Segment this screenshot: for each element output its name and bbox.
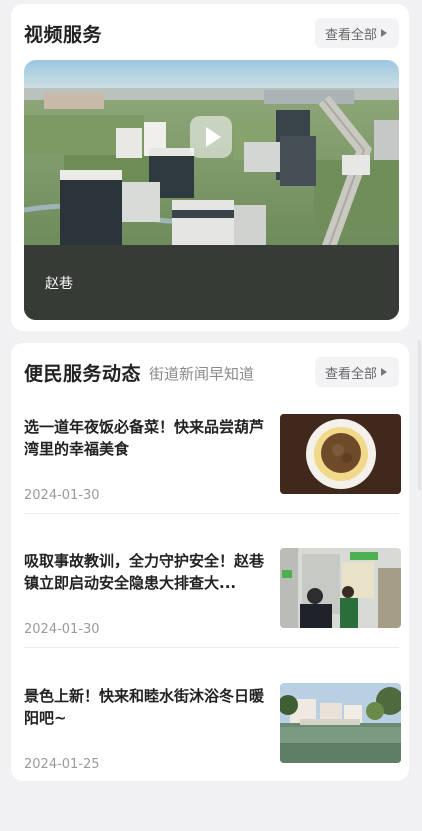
news-item-thumbnail <box>280 548 401 628</box>
news-item-date: 2024-01-25 <box>24 757 100 772</box>
news-service-card: 便民服务动态 街道新闻早知道 查看全部 选一道年夜饭必备菜！快来品尝葫芦湾里的幸… <box>11 343 409 781</box>
divider <box>24 647 399 648</box>
arrow-right-icon <box>381 368 387 376</box>
video-section-title: 视频服务 <box>24 23 103 46</box>
news-item[interactable]: 景色上新！快来和睦水街沐浴冬日暖阳吧~ 2024-01-25 <box>24 683 401 801</box>
arrow-right-icon <box>381 29 387 37</box>
news-section-subtitle: 街道新闻早知道 <box>149 364 255 383</box>
video-caption-text: 赵巷 <box>45 275 73 292</box>
news-item-title: 吸取事故教训，全力守护安全！赵巷镇立即启动安全隐患大排查大... <box>24 552 264 592</box>
news-item[interactable]: 吸取事故教训，全力守护安全！赵巷镇立即启动安全隐患大排查大... 2024-01… <box>24 548 401 666</box>
scrollbar[interactable] <box>418 340 421 490</box>
news-item-title: 选一道年夜饭必备菜！快来品尝葫芦湾里的幸福美食 <box>24 418 264 458</box>
news-item-thumbnail <box>280 414 401 494</box>
video-view-all-button[interactable]: 查看全部 <box>314 18 399 48</box>
divider <box>24 513 399 514</box>
news-item-date: 2024-01-30 <box>24 622 100 637</box>
news-item-thumbnail <box>280 683 401 763</box>
view-all-label: 查看全部 <box>324 366 377 382</box>
video-caption: 赵巷 <box>24 245 399 320</box>
news-item[interactable]: 选一道年夜饭必备菜！快来品尝葫芦湾里的幸福美食 2024-01-30 <box>24 414 401 532</box>
news-view-all-button[interactable]: 查看全部 <box>314 357 399 387</box>
news-section-header: 便民服务动态 街道新闻早知道 查看全部 <box>24 355 399 389</box>
news-item-title: 景色上新！快来和睦水街沐浴冬日暖阳吧~ <box>24 687 264 727</box>
video-service-card: 视频服务 查看全部 赵巷 <box>11 4 409 331</box>
news-item-date: 2024-01-30 <box>24 488 100 503</box>
video-section-header: 视频服务 查看全部 <box>24 16 399 50</box>
news-section-title: 便民服务动态 <box>24 362 142 385</box>
video-player[interactable]: 赵巷 <box>24 60 399 320</box>
play-button[interactable] <box>190 116 232 158</box>
play-icon <box>205 127 221 147</box>
view-all-label: 查看全部 <box>324 27 377 43</box>
